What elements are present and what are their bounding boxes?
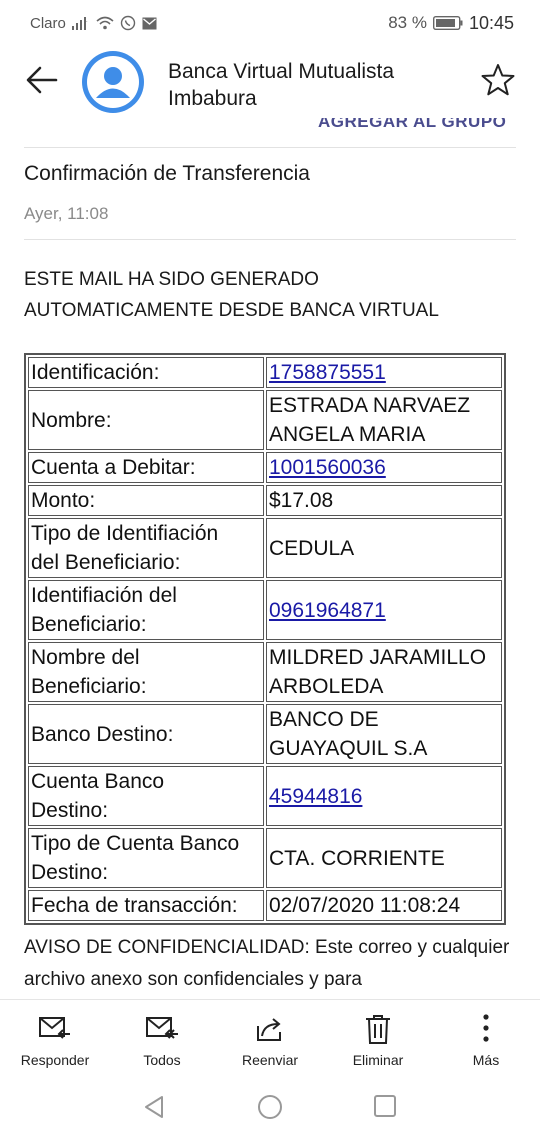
row-key: Beneficiario: [31,675,147,698]
row-key: del Beneficiario: [31,551,181,574]
sender-name[interactable]: Banca Virtual Mutualista Imbabura [168,58,458,112]
battery-icon [432,16,463,30]
avatar[interactable] [82,51,144,113]
row-key: Cuenta a Debitar: [28,452,264,483]
action-bar: Responder Todos Reenviar Eliminar Más [0,1000,540,1080]
row-value: BANCO DE [269,708,379,731]
row-key: Banco Destino: [28,704,264,764]
svg-text:.: . [86,18,88,24]
row-value: GUAYAQUIL S.A [269,737,428,760]
whatsapp-icon [120,15,136,31]
notice-line: AUTOMATICAMENTE DESDE BANCA VIRTUAL [24,300,439,321]
row-key: Cuenta Banco [31,770,165,793]
row-value: ANGELA MARIA [269,423,426,446]
reply-label: Responder [20,1052,90,1068]
table-row: Tipo de Identifiación del Beneficiario: C… [28,518,502,578]
row-value: 02/07/2020 11:08:24 [266,890,502,921]
reply-button[interactable]: Responder [0,1012,110,1068]
message-header: Banca Virtual Mutualista Imbabura AGREGA… [0,46,540,131]
auto-generated-notice: ESTE MAIL HA SIDO GENERADO AUTOMATICAMEN… [24,264,504,326]
row-key: Destino: [31,799,109,822]
table-row: Identificación: 1758875551 [28,357,502,388]
row-value: CEDULA [266,518,502,578]
clock: 10:45 [468,12,514,33]
table-row: Nombre: ESTRADA NARVAEZ ANGELA MARIA [28,390,502,450]
arrow-left-icon[interactable] [22,60,62,100]
table-row: Monto: $17.08 [28,485,502,516]
mail-reply-icon [39,1017,70,1039]
status-bar: Claro . 83 % 10:45 [0,0,540,46]
more-button[interactable]: Más [431,1012,540,1068]
email-date: Ayer, 11:08 [24,204,109,223]
row-key: Tipo de Identifiación [31,522,219,545]
row-key: Identificación: [28,357,264,388]
row-key: Monto: [28,485,264,516]
battery-percent: 83 % [388,13,427,32]
transfer-details-table: Identificación: 1758875551 Nombre: ESTRA… [24,353,506,925]
home-circle-icon[interactable] [257,1094,283,1120]
debit-account-link[interactable]: 1001560036 [269,456,386,479]
row-value: $17.08 [266,485,502,516]
gmail-icon [142,17,157,29]
more-label: Más [472,1052,500,1068]
back-triangle-icon[interactable] [142,1094,166,1120]
reply-all-button[interactable]: Todos [107,1012,217,1068]
notice-line: ESTE MAIL HA SIDO GENERADO [24,269,319,290]
delete-button[interactable]: Eliminar [323,1012,433,1068]
table-row: Cuenta Banco Destino: 45944816 [28,766,502,826]
person-icon [87,56,139,108]
divider [24,147,516,148]
beneficiary-id-link[interactable]: 0961964871 [269,599,386,622]
destination-account-link[interactable]: 45944816 [269,785,362,808]
wifi-icon [96,16,114,30]
row-value: MILDRED JARAMILLO [269,646,487,669]
table-row: Identifiación del Beneficiario: 096196487… [28,580,502,640]
table-row: Banco Destino: BANCO DE GUAYAQUIL S.A [28,704,502,764]
delete-label: Eliminar [352,1052,404,1068]
forward-label: Reenviar [241,1052,299,1068]
recents-square-icon[interactable] [373,1094,397,1118]
star-outline-icon[interactable] [480,62,516,98]
row-key: Beneficiario: [31,613,147,636]
row-key: Identifiación del [31,584,177,607]
email-subject: Confirmación de Transferencia [24,162,310,185]
add-to-group-link[interactable]: AGREGAR AL GRUPO [318,118,506,132]
row-value: CTA. CORRIENTE [266,828,502,888]
table-row: Tipo de Cuenta Banco Destino: CTA. CORRIE… [28,828,502,888]
reply-all-label: Todos [143,1052,181,1068]
forward-button[interactable]: Reenviar [215,1012,325,1068]
row-key: Nombre: [28,390,264,450]
carrier-label: Claro [30,14,66,32]
mail-reply-all-icon [146,1017,178,1039]
confidentiality-notice: AVISO DE CONFIDENCIALIDAD: Este correo y… [24,937,510,990]
forward-icon [257,1018,281,1041]
row-key: Fecha de transacción: [28,890,264,921]
row-value: ARBOLEDA [269,675,384,698]
vertical-dots-icon [483,1014,489,1042]
row-key: Destino: [31,861,109,884]
table-row: Fecha de transacción: 02/07/2020 11:08:2… [28,890,502,921]
trash-icon [366,1015,390,1044]
table-row: Nombre del Beneficiario: MILDRED JARAMILL… [28,642,502,702]
row-value: ESTRADA NARVAEZ [269,394,471,417]
divider [24,239,516,240]
navigation-bar [0,1080,540,1140]
row-key: Nombre del [31,646,140,669]
signal-icon: . [71,17,88,30]
row-key: Tipo de Cuenta Banco [31,832,240,855]
table-row: Cuenta a Debitar: 1001560036 [28,452,502,483]
identification-link[interactable]: 1758875551 [269,361,386,384]
